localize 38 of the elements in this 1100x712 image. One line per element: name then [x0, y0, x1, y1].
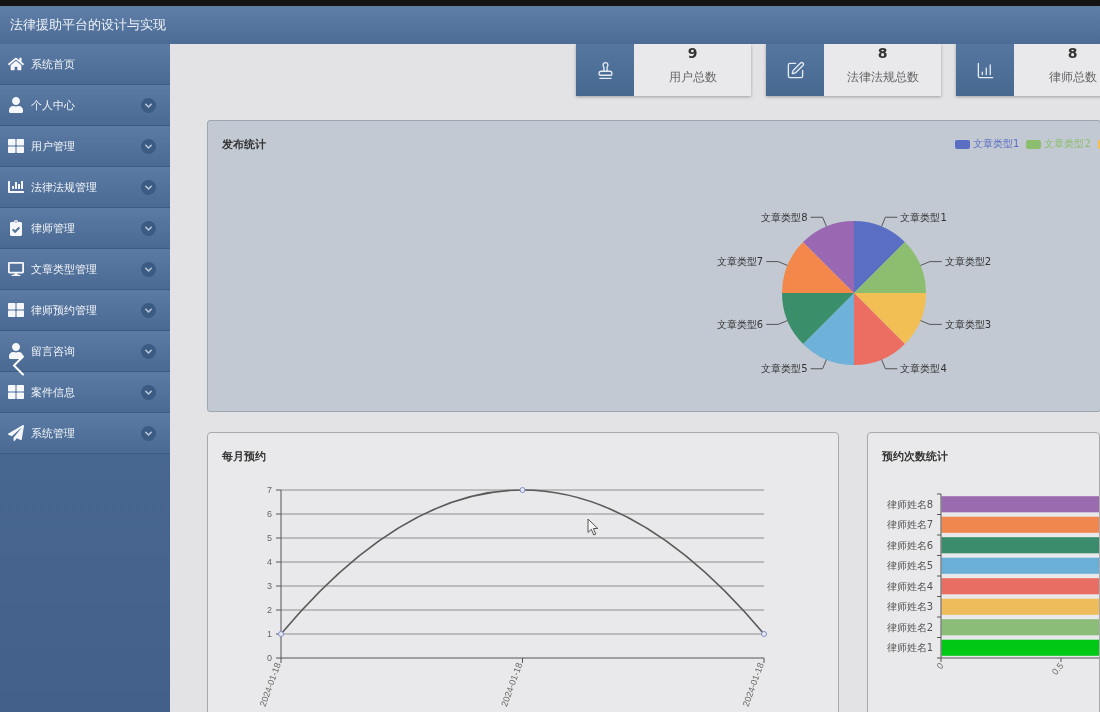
- stat-value: 9: [687, 45, 698, 62]
- pie-label: 文章类型8: [761, 211, 808, 223]
- pie-label: 文章类型4: [900, 363, 947, 375]
- panel-title: 发布统计: [222, 138, 266, 150]
- axis-label: 1: [267, 629, 272, 639]
- legend-label: 文章类型1: [973, 138, 1020, 150]
- app-title: 法律援助平台的设计与实现: [10, 17, 166, 33]
- pie-label: 文章类型3: [944, 318, 992, 330]
- axis-label: 律师姓名8: [886, 498, 933, 510]
- axis-label: 律师姓名3: [886, 601, 933, 613]
- panel-title: 每月预约: [222, 450, 266, 462]
- axis-label: 0.5: [1049, 660, 1066, 677]
- stat-value: 8: [1067, 45, 1078, 62]
- axis-label: 6: [267, 509, 272, 519]
- axis-label: 律师姓名1: [886, 642, 933, 654]
- axis-label: 3: [267, 581, 272, 591]
- pie-label: 文章类型1: [900, 211, 947, 223]
- pie-label: 文章类型5: [761, 363, 808, 375]
- axis-label: 律师姓名4: [886, 580, 933, 592]
- axis-label: 7: [267, 485, 272, 495]
- pie-label: 文章类型7: [716, 256, 764, 268]
- axis-label: 律师姓名6: [886, 539, 933, 551]
- axis-label: 律师姓名2: [886, 621, 933, 633]
- stat-label: 用户总数: [668, 70, 717, 84]
- axis-label: 4: [267, 557, 272, 567]
- pie-label: 文章类型6: [716, 318, 764, 330]
- stat-value: 8: [877, 45, 888, 62]
- axis-label: 5: [267, 533, 272, 543]
- stat-label: 法律法规总数: [846, 70, 919, 84]
- axis-label: 律师姓名7: [886, 519, 933, 531]
- axis-label: 2: [267, 605, 272, 615]
- legend-label: 文章类型2: [1044, 138, 1091, 150]
- panel-title: 预约次数统计: [882, 450, 948, 462]
- axis-label: 律师姓名5: [886, 560, 933, 572]
- stat-label: 律师总数: [1048, 70, 1097, 84]
- axis-label: 0: [267, 653, 272, 663]
- pie-label: 文章类型2: [944, 256, 992, 268]
- axis-label: 0: [934, 660, 946, 672]
